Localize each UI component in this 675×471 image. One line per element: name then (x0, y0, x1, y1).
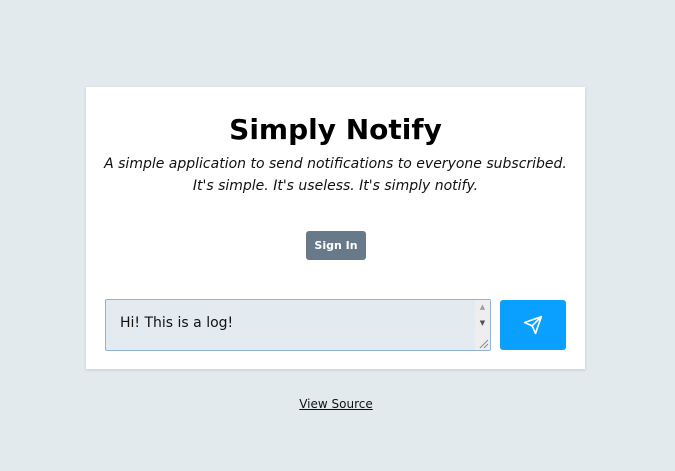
scroll-up-arrow-icon[interactable]: ▲ (475, 300, 490, 314)
scroll-down-arrow-icon[interactable]: ▼ (475, 316, 490, 330)
message-input[interactable] (106, 300, 476, 350)
app-title: Simply Notify (229, 113, 442, 146)
send-button[interactable] (500, 300, 566, 350)
paper-plane-icon (523, 315, 543, 335)
main-card: Simply Notify A simple application to se… (86, 87, 585, 369)
subtitle-line-1: A simple application to send notificatio… (104, 156, 567, 172)
subtitle-line-2: It's simple. It's useless. It's simply n… (192, 178, 479, 194)
sign-in-button[interactable]: Sign In (306, 231, 366, 260)
resize-grip-icon[interactable] (477, 337, 489, 349)
footer: View Source (0, 396, 672, 412)
view-source-link[interactable]: View Source (299, 397, 373, 411)
message-field: ▲ ▼ (105, 299, 491, 351)
app-subtitle: A simple application to send notificatio… (86, 153, 585, 197)
